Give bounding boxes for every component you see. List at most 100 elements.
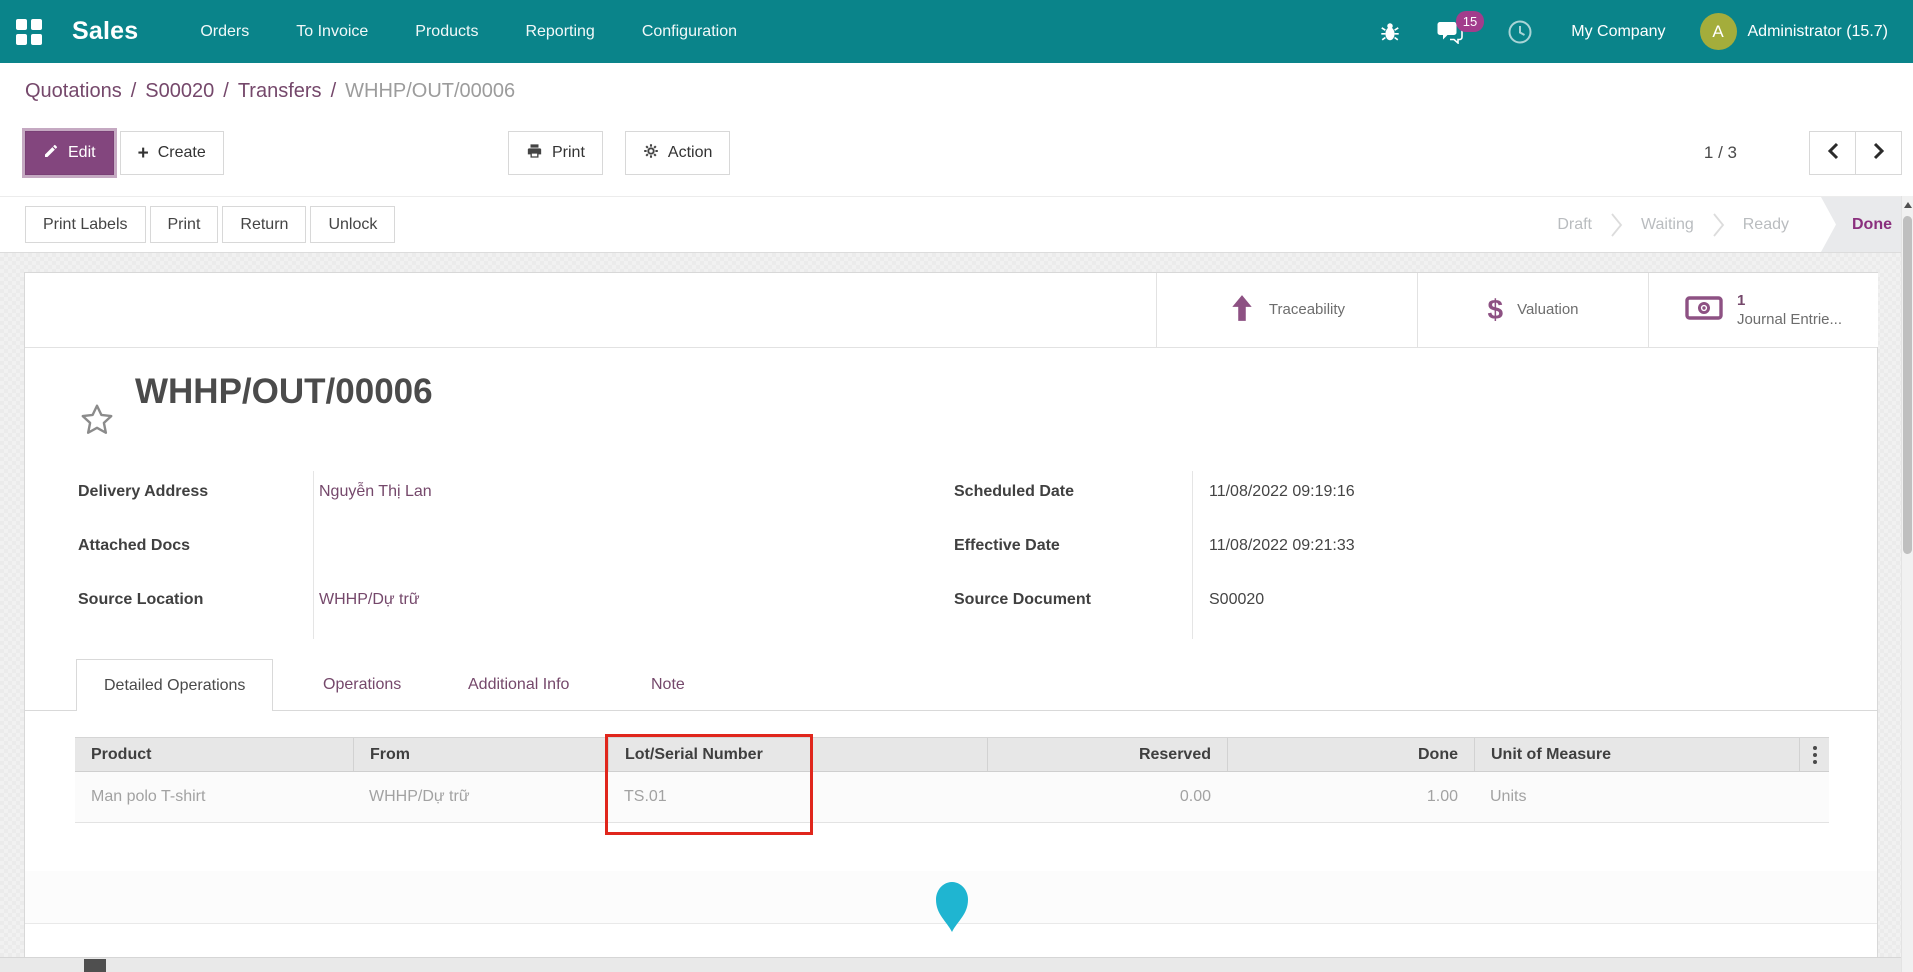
cell-reserved[interactable]: 0.00 (987, 772, 1227, 822)
money-bill-icon (1685, 296, 1723, 325)
field-value-effective-date: 11/08/2022 09:21:33 (1209, 537, 1355, 559)
valuation-smart-button[interactable]: $ Valuation (1417, 273, 1648, 347)
messages-icon[interactable]: 15 (1437, 20, 1463, 44)
col-header-reserved[interactable]: Reserved (987, 738, 1227, 771)
scrollbar-thumb[interactable] (1903, 216, 1912, 554)
record-title: WHHP/OUT/00006 (135, 372, 433, 412)
state-waiting[interactable]: Waiting (1641, 216, 1694, 234)
tab-operations[interactable]: Operations (323, 659, 401, 711)
notebook-tabs: Detailed Operations Operations Additiona… (25, 659, 1877, 711)
smart-buttons-row: Traceability $ Valuation 1 Journal Entri… (25, 273, 1877, 348)
vertical-scrollbar[interactable] (1901, 196, 1913, 972)
tab-additional-info[interactable]: Additional Info (468, 659, 569, 711)
gear-icon (643, 143, 659, 164)
status-steps: Draft Waiting Ready Done (1557, 197, 1913, 252)
field-label-source-document: Source Document (954, 591, 1091, 613)
cell-done[interactable]: 1.00 (1227, 772, 1474, 822)
state-chevron-icon (1712, 212, 1725, 238)
field-label-source-location: Source Location (78, 591, 203, 613)
chevron-right-icon (1873, 142, 1885, 165)
activities-clock-icon[interactable] (1507, 19, 1533, 45)
optional-columns-icon[interactable] (1799, 738, 1829, 771)
form-statusbar: Print Labels Print Return Unlock Draft W… (0, 196, 1913, 253)
printer-icon (526, 143, 543, 164)
top-navbar: Sales Orders To Invoice Products Reporti… (0, 0, 1913, 63)
unlock-button[interactable]: Unlock (310, 206, 395, 243)
arrow-up-icon (1229, 294, 1255, 327)
menu-reporting[interactable]: Reporting (525, 23, 594, 41)
field-separator-line (1192, 471, 1193, 639)
table-header-row: Product From Lot/Serial Number Reserved … (75, 737, 1829, 772)
field-label-effective-date: Effective Date (954, 537, 1060, 559)
tabs-underline (25, 710, 1877, 711)
detailed-operations-table: Product From Lot/Serial Number Reserved … (75, 737, 1829, 823)
col-header-from[interactable]: From (353, 738, 608, 771)
traceability-smart-button[interactable]: Traceability (1156, 273, 1417, 347)
col-header-product[interactable]: Product (75, 738, 353, 771)
field-value-source-document: S00020 (1209, 591, 1264, 613)
user-menu[interactable]: Administrator (15.7) (1748, 23, 1889, 41)
cell-empty (811, 772, 987, 822)
create-button[interactable]: + Create (120, 131, 224, 175)
edit-button[interactable]: Edit (25, 131, 114, 175)
user-avatar[interactable]: A (1700, 13, 1737, 50)
field-value-source-location[interactable]: WHHP/Dự trữ (319, 591, 420, 613)
state-draft[interactable]: Draft (1557, 216, 1592, 234)
col-header-done[interactable]: Done (1227, 738, 1474, 771)
field-label-scheduled-date: Scheduled Date (954, 483, 1074, 505)
field-separator-line (313, 471, 314, 639)
form-sheet: Traceability $ Valuation 1 Journal Entri… (24, 272, 1878, 972)
control-panel: Edit + Create Print Action 1 / 3 (0, 131, 1913, 177)
field-value-scheduled-date: 11/08/2022 09:19:16 (1209, 483, 1355, 505)
breadcrumb-current: WHHP/OUT/00006 (345, 80, 515, 102)
print-button[interactable]: Print (150, 206, 219, 243)
odoo-window: Sales Orders To Invoice Products Reporti… (0, 0, 1913, 972)
tab-detailed-operations[interactable]: Detailed Operations (76, 659, 273, 711)
state-ready[interactable]: Ready (1743, 216, 1789, 234)
breadcrumb: Quotations/S00020/Transfers/WHHP/OUT/000… (25, 80, 515, 103)
partial-bottom-element (84, 959, 106, 972)
journal-entries-count: 1 (1737, 291, 1842, 311)
col-header-empty (811, 738, 987, 771)
pointer-drop-icon (932, 878, 972, 938)
print-menu-button[interactable]: Print (508, 131, 603, 175)
navbar-right: 15 My Company A Administrator (15.7) (1379, 13, 1888, 50)
annotation-highlight-box (605, 734, 813, 835)
pager-previous-button[interactable] (1809, 131, 1856, 175)
cell-trailing (1799, 772, 1831, 822)
breadcrumb-quotations[interactable]: Quotations (25, 80, 122, 102)
menu-configuration[interactable]: Configuration (642, 23, 737, 41)
pencil-icon (43, 143, 59, 164)
field-label-attached-docs: Attached Docs (78, 537, 190, 559)
breadcrumb-s00020[interactable]: S00020 (145, 80, 214, 102)
chevron-left-icon (1827, 142, 1839, 165)
cell-product[interactable]: Man polo T-shirt (75, 772, 353, 822)
message-count-badge: 15 (1456, 11, 1484, 32)
state-done-active[interactable]: Done (1821, 197, 1913, 252)
app-brand[interactable]: Sales (72, 17, 138, 46)
company-switcher[interactable]: My Company (1571, 23, 1665, 41)
menu-to-invoice[interactable]: To Invoice (296, 23, 368, 41)
print-labels-button[interactable]: Print Labels (25, 206, 146, 243)
bottom-section-edge (0, 957, 1913, 972)
cell-from[interactable]: WHHP/Dự trữ (353, 772, 608, 822)
pager-next-button[interactable] (1855, 131, 1902, 175)
tab-note[interactable]: Note (651, 659, 685, 711)
return-button[interactable]: Return (222, 206, 306, 243)
col-header-unit-of-measure[interactable]: Unit of Measure (1474, 738, 1799, 771)
cell-unit-of-measure[interactable]: Units (1474, 772, 1799, 822)
state-chevron-icon (1610, 212, 1623, 238)
debug-bug-icon[interactable] (1379, 21, 1401, 43)
favorite-star-icon[interactable] (79, 402, 115, 442)
menu-orders[interactable]: Orders (200, 23, 249, 41)
action-menu-button[interactable]: Action (625, 131, 730, 175)
main-menu: Orders To Invoice Products Reporting Con… (200, 23, 737, 41)
scrollbar-up-arrow-icon[interactable] (1904, 202, 1912, 208)
menu-products[interactable]: Products (415, 23, 478, 41)
apps-menu-icon[interactable] (16, 19, 42, 45)
field-value-delivery-address[interactable]: Nguyễn Thị Lan (319, 483, 432, 505)
pager-counter: 1 / 3 (1704, 131, 1737, 175)
table-row[interactable]: Man polo T-shirt WHHP/Dự trữ TS.01 0.00 … (75, 772, 1829, 823)
journal-entries-smart-button[interactable]: 1 Journal Entrie... (1648, 273, 1878, 347)
breadcrumb-transfers[interactable]: Transfers (238, 80, 322, 102)
